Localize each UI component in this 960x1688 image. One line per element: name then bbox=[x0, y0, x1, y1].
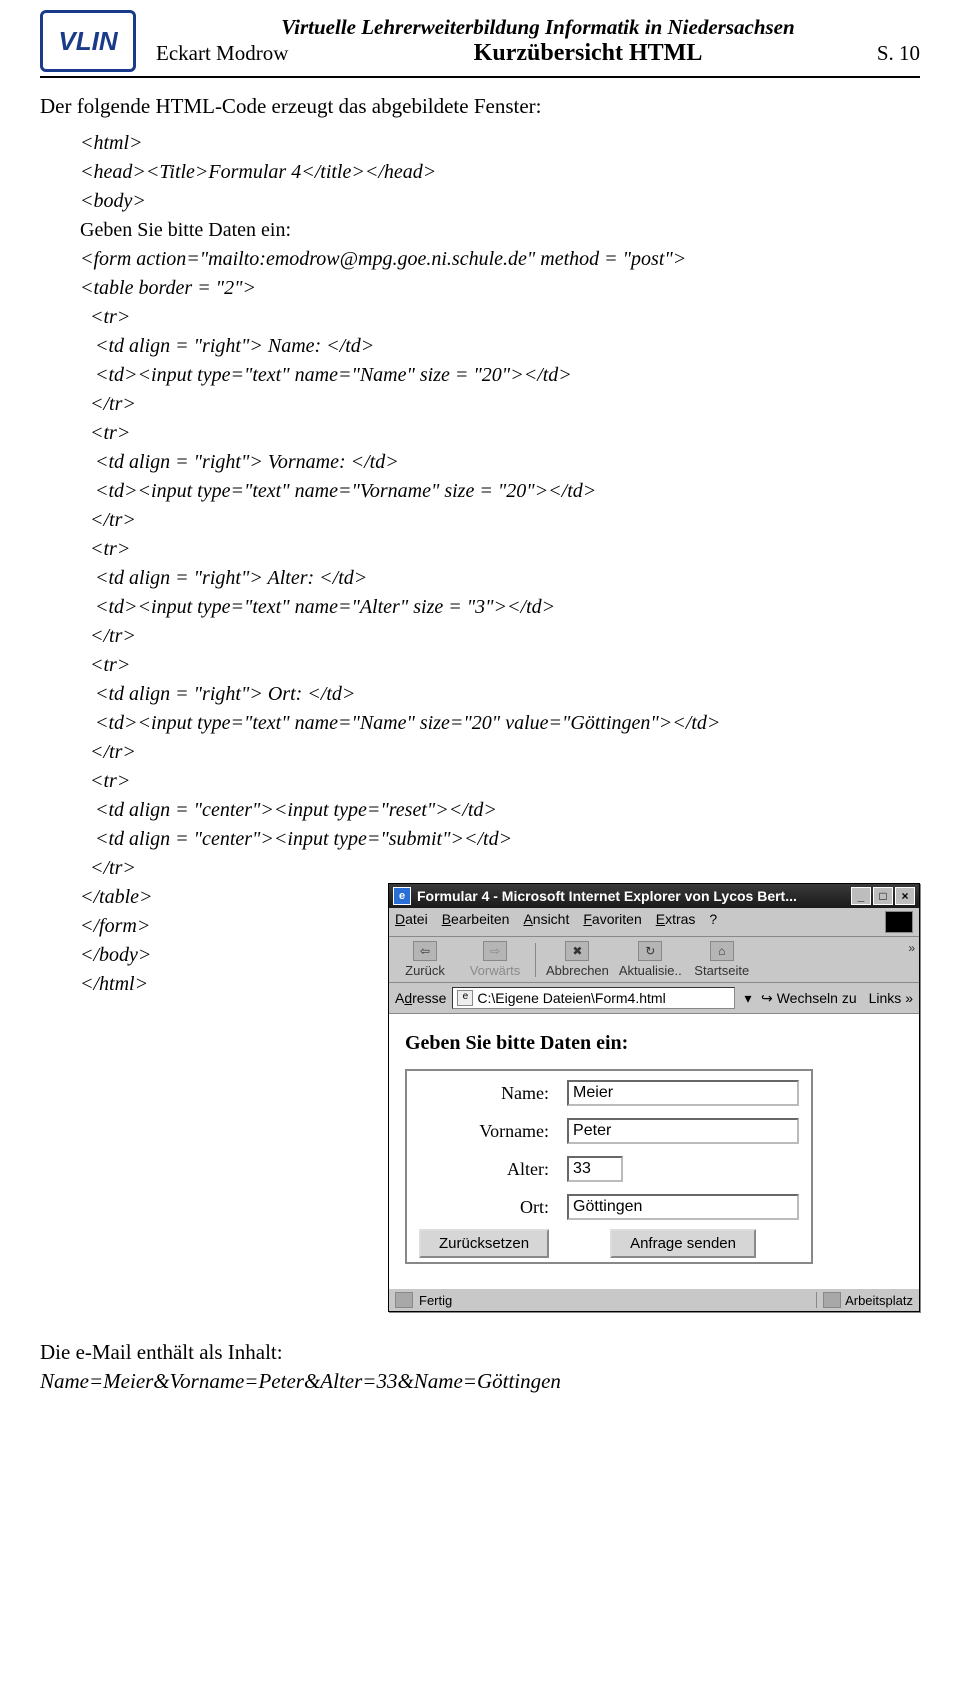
menubar: Datei Bearbeiten Ansicht Favoriten Extra… bbox=[389, 908, 919, 937]
outro-line1: Die e-Mail enthält als Inhalt: bbox=[40, 1338, 920, 1367]
header-author: Eckart Modrow bbox=[156, 41, 356, 66]
logo: VLIN bbox=[40, 10, 136, 72]
menu-datei[interactable]: Datei bbox=[395, 911, 428, 933]
status-page-icon bbox=[395, 1292, 413, 1308]
table-row: Zurücksetzen Anfrage senden bbox=[413, 1229, 805, 1256]
refresh-button[interactable]: ↻Aktualisie.. bbox=[619, 941, 682, 978]
table-row: Vorname: Peter bbox=[413, 1115, 805, 1147]
back-button[interactable]: ⇦Zurück bbox=[395, 941, 455, 978]
toolbar-overflow-icon[interactable]: » bbox=[908, 941, 915, 955]
menu-help[interactable]: ? bbox=[709, 911, 717, 933]
intro-text: Der folgende HTML-Code erzeugt das abgeb… bbox=[40, 94, 920, 119]
zone-icon bbox=[823, 1292, 841, 1308]
page-header: VLIN Virtuelle Lehrerweiterbildung Infor… bbox=[40, 0, 920, 78]
menu-favoriten[interactable]: Favoriten bbox=[583, 911, 641, 933]
name-label: Name: bbox=[413, 1077, 555, 1109]
forward-button[interactable]: ⇨Vorwärts bbox=[465, 941, 525, 978]
header-title: Kurzübersicht HTML bbox=[356, 40, 820, 67]
form-prompt: Geben Sie bitte Daten ein: bbox=[405, 1032, 903, 1055]
menu-ansicht[interactable]: Ansicht bbox=[523, 911, 569, 933]
menu-extras[interactable]: Extras bbox=[656, 911, 696, 933]
code-listing: <html> <head><Title>Formular 4</title></… bbox=[80, 129, 920, 883]
page-icon: e bbox=[457, 990, 473, 1006]
refresh-icon: ↻ bbox=[638, 941, 662, 961]
address-dropdown-icon[interactable]: ▾ bbox=[741, 990, 755, 1007]
maximize-button[interactable]: □ bbox=[873, 887, 893, 905]
outro-text: Die e-Mail enthält als Inhalt: Name=Meie… bbox=[40, 1338, 920, 1397]
status-text: Fertig bbox=[419, 1293, 452, 1308]
go-icon: ↪ bbox=[761, 990, 773, 1007]
stop-button[interactable]: ✖Abbrechen bbox=[546, 941, 609, 978]
ort-label: Ort: bbox=[413, 1191, 555, 1223]
address-input[interactable]: e C:\Eigene Dateien\Form4.html bbox=[452, 987, 735, 1009]
address-bar: Adresse e C:\Eigene Dateien\Form4.html ▾… bbox=[389, 983, 919, 1014]
vorname-label: Vorname: bbox=[413, 1115, 555, 1147]
titlebar: e Formular 4 - Microsoft Internet Explor… bbox=[389, 884, 919, 908]
name-input[interactable]: Meier bbox=[567, 1080, 799, 1106]
home-icon: ⌂ bbox=[710, 941, 734, 961]
address-value: C:\Eigene Dateien\Form4.html bbox=[477, 990, 665, 1006]
header-subtitle: Virtuelle Lehrerweiterbildung Informatik… bbox=[156, 15, 920, 40]
submit-button[interactable]: Anfrage senden bbox=[610, 1229, 756, 1258]
close-button[interactable]: × bbox=[895, 887, 915, 905]
ort-input[interactable]: Göttingen bbox=[567, 1194, 799, 1220]
links-overflow-icon: » bbox=[905, 990, 913, 1006]
home-button[interactable]: ⌂Startseite bbox=[692, 941, 752, 978]
status-zone: Arbeitsplatz bbox=[816, 1292, 913, 1308]
table-row: Alter: 33 bbox=[413, 1153, 805, 1185]
address-label: Adresse bbox=[395, 990, 446, 1006]
alter-input[interactable]: 33 bbox=[567, 1156, 623, 1182]
alter-label: Alter: bbox=[413, 1153, 555, 1185]
header-page-number: S. 10 bbox=[820, 41, 920, 66]
code-listing-tail: </table> </form> </body> </html> bbox=[80, 883, 153, 999]
table-row: Ort: Göttingen bbox=[413, 1191, 805, 1223]
window-title: Formular 4 - Microsoft Internet Explorer… bbox=[417, 888, 851, 904]
browser-window: e Formular 4 - Microsoft Internet Explor… bbox=[388, 883, 920, 1312]
forward-arrow-icon: ⇨ bbox=[483, 941, 507, 961]
form-table: Name: Meier Vorname: Peter Alter: 33 Ort… bbox=[405, 1069, 813, 1264]
go-button[interactable]: ↪Wechseln zu bbox=[761, 990, 857, 1007]
minimize-button[interactable]: _ bbox=[851, 887, 871, 905]
browser-viewport: Geben Sie bitte Daten ein: Name: Meier V… bbox=[389, 1014, 919, 1288]
vorname-input[interactable]: Peter bbox=[567, 1118, 799, 1144]
brand-icon bbox=[885, 911, 913, 933]
zone-text: Arbeitsplatz bbox=[845, 1293, 913, 1308]
stop-icon: ✖ bbox=[565, 941, 589, 961]
statusbar: Fertig Arbeitsplatz bbox=[389, 1288, 919, 1311]
menu-bearbeiten[interactable]: Bearbeiten bbox=[442, 911, 510, 933]
links-label[interactable]: Links » bbox=[869, 990, 913, 1006]
reset-button[interactable]: Zurücksetzen bbox=[419, 1229, 549, 1258]
back-arrow-icon: ⇦ bbox=[413, 941, 437, 961]
outro-line2: Name=Meier&Vorname=Peter&Alter=33&Name=G… bbox=[40, 1367, 920, 1396]
toolbar: ⇦Zurück ⇨Vorwärts ✖Abbrechen ↻Aktualisie… bbox=[389, 937, 919, 983]
table-row: Name: Meier bbox=[413, 1077, 805, 1109]
ie-icon: e bbox=[393, 887, 411, 905]
